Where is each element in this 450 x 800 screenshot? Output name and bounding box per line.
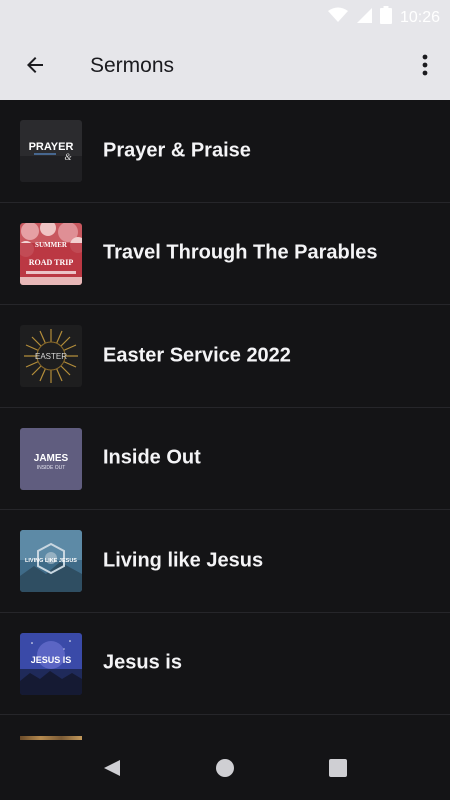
list-item[interactable]: JAMES INSIDE OUT Inside Out [0, 408, 450, 510]
sermon-title: Jesus is [103, 651, 182, 674]
status-icons: 10:26 [327, 6, 440, 29]
svg-text:SUMMER: SUMMER [35, 241, 68, 249]
nav-recents-button[interactable] [326, 758, 350, 782]
more-options-button[interactable] [414, 50, 436, 84]
more-vertical-icon [422, 54, 428, 81]
list-item[interactable]: JESUS IS Jesus is [0, 613, 450, 715]
sermon-title: Inside Out [103, 446, 201, 469]
svg-text:LIVING LIKE JESUS: LIVING LIKE JESUS [25, 558, 77, 564]
sermon-title: Prayer & Praise [103, 139, 251, 162]
list-item[interactable]: EASTER Easter Service 2022 [0, 305, 450, 408]
list-item[interactable]: LIVING LIKE JESUS Living like Jesus [0, 510, 450, 613]
list-item[interactable]: PRAYER & Prayer & Praise [0, 100, 450, 203]
james-inside-out-artwork: JAMES INSIDE OUT [20, 427, 82, 490]
easter-crown-artwork: EASTER [20, 325, 82, 387]
nav-back-button[interactable] [100, 758, 124, 782]
triangle-back-icon [102, 758, 122, 783]
svg-text:&: & [64, 152, 71, 162]
wifi-icon [327, 7, 348, 28]
signal-icon [356, 7, 372, 28]
sermon-title: Living like Jesus [103, 549, 264, 572]
jesus-is-artwork: JESUS IS [20, 632, 82, 695]
app-bar: Sermons [0, 32, 450, 100]
back-button[interactable] [18, 50, 52, 84]
battery-icon [379, 6, 392, 29]
status-time: 10:26 [399, 8, 440, 26]
sermon-title: Travel Through The Parables [103, 241, 378, 264]
back-arrow-icon [23, 53, 47, 82]
circle-home-icon [215, 758, 235, 783]
list-item[interactable]: SUMMER ROAD TRIP Travel Through The Para… [0, 203, 450, 305]
svg-text:JAMES: JAMES [34, 453, 69, 464]
sermon-list: PRAYER & Prayer & Praise SUMMER ROAD TRI… [0, 100, 450, 740]
sermon-title: Easter Service 2022 [103, 344, 291, 367]
status-bar: 10:26 [0, 0, 450, 32]
living-like-jesus-artwork: LIVING LIKE JESUS [20, 530, 82, 592]
system-nav-bar [0, 740, 450, 800]
svg-text:ROAD TRIP: ROAD TRIP [29, 258, 74, 267]
prayer-praise-artwork: PRAYER & [20, 120, 82, 182]
page-title: Sermons [90, 54, 175, 77]
nav-home-button[interactable] [213, 758, 237, 782]
summer-road-trip-artwork: SUMMER ROAD TRIP [20, 222, 82, 285]
svg-text:INSIDE OUT: INSIDE OUT [37, 465, 66, 471]
svg-text:EASTER: EASTER [35, 352, 67, 361]
square-recents-icon [328, 758, 348, 783]
svg-text:JESUS IS: JESUS IS [31, 655, 72, 665]
